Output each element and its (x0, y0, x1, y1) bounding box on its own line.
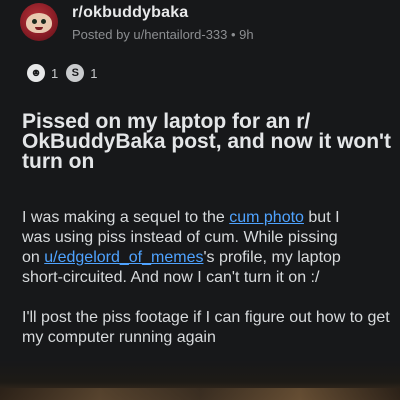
avatar-face (26, 13, 52, 33)
subreddit-name[interactable]: r/okbuddybaka (72, 4, 188, 22)
post-body-line: I'll post the piss footage if I can figu… (22, 309, 390, 326)
body-text: on (22, 249, 45, 266)
post-header: r/okbuddybaka Posted by u/hentailord-333… (0, 0, 400, 52)
post-title-line: Pissed on my laptop for an r/ (22, 110, 311, 133)
award-helpful[interactable]: ☻ 1 (27, 64, 58, 82)
body-text: but I (303, 209, 340, 226)
post-title[interactable]: Pissed on my laptop for an r/ OkBuddyBak… (22, 108, 392, 173)
award-count: 1 (51, 65, 59, 81)
post-body-line: on u/edgelord_of_memes's profile, my lap… (22, 248, 400, 268)
subreddit-avatar[interactable] (20, 3, 58, 41)
award-count: 1 (90, 65, 98, 81)
avatar-eye (41, 19, 46, 24)
post-paragraph: I'll post the piss footage if I can figu… (22, 308, 400, 348)
post-body-line: I was making a sequel to the cum photo b… (22, 208, 400, 228)
silver-award-icon: S (66, 64, 85, 82)
helpful-award-icon: ☻ (27, 64, 45, 82)
post-title-line: OkBuddyBaka post, and now it won't (22, 130, 392, 153)
body-text: 's profile, my laptop (203, 249, 341, 266)
post-body-line: my computer running again (22, 329, 216, 346)
avatar-eye (32, 19, 37, 24)
cum-photo-link[interactable]: cum photo (229, 209, 304, 226)
post-paragraph: I was making a sequel to the cum photo b… (22, 208, 400, 288)
bottom-edge (0, 388, 400, 400)
post-body-line: short-circuited. And now I can't turn it… (22, 269, 320, 286)
post-body: I was making a sequel to the cum photo b… (22, 208, 400, 348)
post-meta: Posted by u/hentailord-333 • 9h (72, 27, 254, 42)
award-silver[interactable]: S 1 (66, 64, 97, 82)
post-body-line: was using piss instead of cum. While pis… (22, 229, 338, 246)
body-text: I was making a sequel to the (22, 209, 230, 226)
user-profile-link[interactable]: u/edgelord_of_memes (44, 249, 203, 266)
awards-row[interactable]: ☻ 1 S 1 (27, 59, 105, 87)
